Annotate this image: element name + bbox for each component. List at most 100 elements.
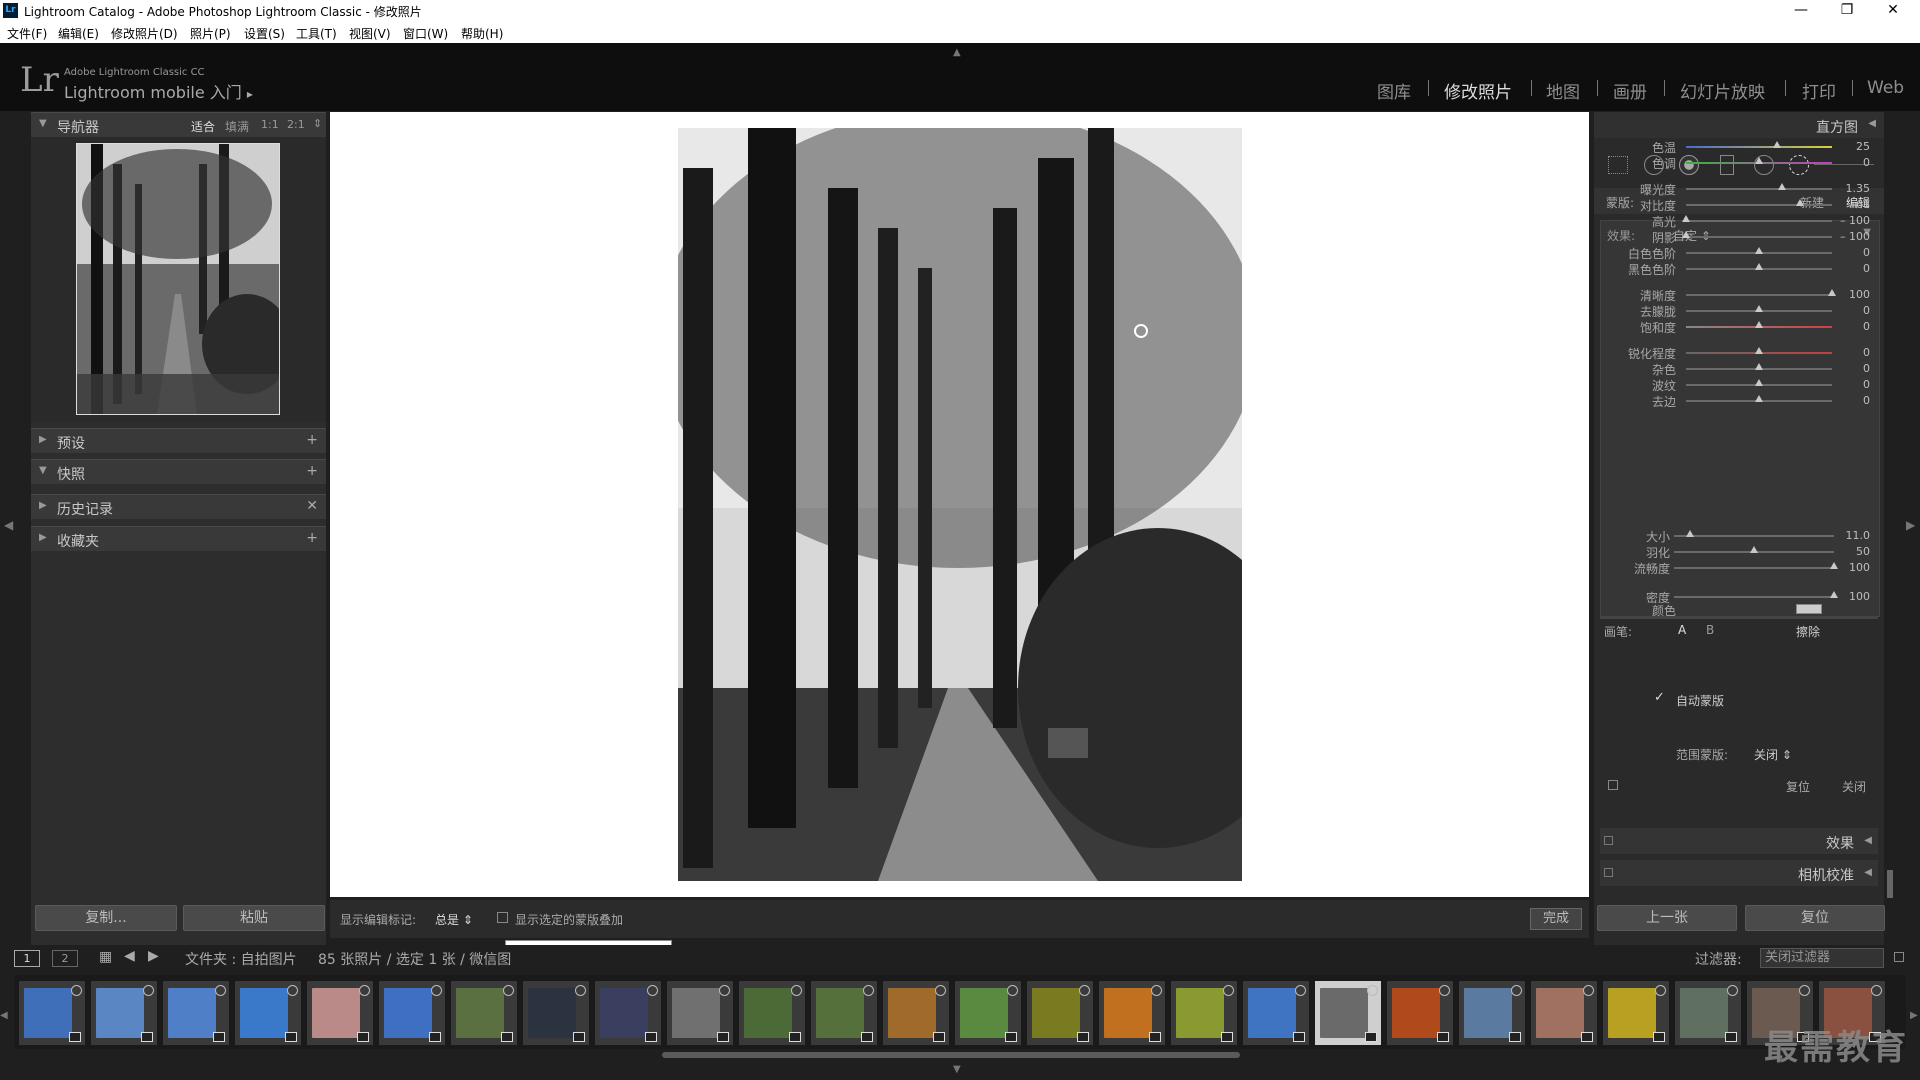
slider-value[interactable]: – 100 (1830, 230, 1870, 243)
slider-value[interactable]: 0 (1830, 378, 1870, 391)
color-swatch[interactable] (1796, 604, 1822, 614)
brush-slider-value[interactable]: 11.0 (1830, 529, 1871, 542)
collapse-filmstrip-icon[interactable]: ▼ (953, 1064, 961, 1075)
filmstrip-scrollbar[interactable] (662, 1052, 1240, 1058)
filmstrip-thumbnail[interactable] (18, 980, 86, 1046)
add-collection-icon[interactable]: + (306, 530, 318, 546)
slider-value[interactable]: – 100 (1830, 214, 1870, 227)
menu-photo[interactable]: 照片(P) (190, 25, 231, 42)
secondary-view-button[interactable]: 2 (52, 950, 78, 967)
filmstrip-thumbnail[interactable] (1026, 980, 1094, 1046)
paste-settings-button[interactable]: 粘贴 (183, 905, 325, 931)
close-mask-button[interactable]: 关闭 (1842, 778, 1866, 795)
done-button[interactable]: 完成 (1530, 908, 1582, 930)
history-header[interactable]: ▶ 历史记录 ✕ (31, 494, 326, 519)
brush-slider-value[interactable]: 50 (1830, 545, 1870, 558)
brush-slider-thumb[interactable] (1686, 530, 1694, 537)
filmstrip-thumbnail[interactable] (594, 980, 662, 1046)
right-panel-toggle-icon[interactable]: ▶ (1906, 518, 1915, 532)
filmstrip-thumbnail[interactable] (234, 980, 302, 1046)
filmstrip-thumbnail[interactable] (1386, 980, 1454, 1046)
navigator-header[interactable]: ▼ 导航器 适合 填满 1:1 2:1 ⇕ (31, 112, 326, 137)
slider-thumb[interactable] (1755, 157, 1763, 164)
slider-value[interactable]: 25 (1830, 140, 1870, 153)
filmstrip-scroll-left-icon[interactable]: ◀ (0, 1010, 8, 1021)
filter-lock-icon[interactable] (1894, 952, 1904, 962)
density-track[interactable] (1674, 596, 1834, 598)
filmstrip-thumbnail[interactable] (162, 980, 230, 1046)
filmstrip-thumbnail[interactable] (954, 980, 1022, 1046)
menu-edit[interactable]: 编辑(E) (58, 25, 99, 42)
menu-window[interactable]: 窗口(W) (403, 25, 448, 42)
filmstrip-thumbnail[interactable] (306, 980, 374, 1046)
filmstrip-thumbnail[interactable] (1602, 980, 1670, 1046)
primary-view-button[interactable]: 1 (14, 950, 40, 967)
snapshots-header[interactable]: ▼ 快照 + (31, 459, 326, 484)
filmstrip-thumbnail[interactable] (450, 980, 518, 1046)
slider-value[interactable]: 0 (1830, 394, 1870, 407)
slider-value[interactable]: 0 (1830, 156, 1870, 169)
slider-value[interactable]: 0 (1830, 320, 1870, 333)
main-photo[interactable] (678, 128, 1242, 881)
filmstrip-thumbnail[interactable] (1170, 980, 1238, 1046)
slider-thumb[interactable] (1772, 141, 1781, 148)
slider-track[interactable] (1686, 188, 1832, 190)
slider-track[interactable] (1686, 236, 1832, 238)
filmstrip-thumbnail[interactable] (666, 980, 734, 1046)
slider-thumb[interactable] (1755, 363, 1763, 370)
right-panel-scrollbar[interactable] (1887, 870, 1893, 898)
slider-thumb[interactable] (1755, 305, 1763, 312)
slider-thumb[interactable] (1755, 247, 1763, 254)
brush-slider-value[interactable]: 100 (1830, 561, 1870, 574)
slider-value[interactable]: 0 (1830, 246, 1870, 259)
slider-value[interactable]: 61 (1830, 198, 1870, 211)
brush-slider-thumb[interactable] (1750, 546, 1758, 553)
collapse-top-panel-icon[interactable]: ▲ (953, 47, 961, 58)
menu-develop[interactable]: 修改照片(D) (111, 25, 178, 42)
presets-header[interactable]: ▶ 预设 + (31, 428, 326, 453)
filmstrip-thumbnail[interactable] (1098, 980, 1166, 1046)
module-library[interactable]: 图库 (1377, 78, 1411, 103)
zoom-2-1[interactable]: 2:1 (287, 118, 305, 131)
back-arrow-icon[interactable]: ◀ (124, 948, 135, 964)
density-value[interactable]: 100 (1830, 590, 1870, 603)
slider-value[interactable]: 1.35 (1830, 182, 1871, 195)
brush-a[interactable]: A (1678, 623, 1686, 637)
effects-panel-header[interactable]: 效果 ◀ (1600, 828, 1878, 854)
slider-thumb[interactable] (1755, 379, 1763, 386)
panel-toggle-icon[interactable] (1604, 836, 1613, 845)
slider-value[interactable]: 0 (1830, 262, 1870, 275)
zoom-fill[interactable]: 填满 (225, 118, 249, 135)
slider-thumb[interactable] (1755, 347, 1763, 354)
brush-slider-track[interactable] (1674, 535, 1834, 537)
filmstrip-thumbnail[interactable] (1242, 980, 1310, 1046)
module-map[interactable]: 地图 (1546, 78, 1580, 103)
minimize-button[interactable]: — (1778, 0, 1824, 22)
menu-view[interactable]: 视图(V) (349, 25, 391, 42)
add-snapshot-icon[interactable]: + (306, 463, 318, 479)
slider-thumb[interactable] (1755, 263, 1763, 270)
panel-toggle-icon[interactable] (1604, 868, 1613, 877)
brush-erase[interactable]: 擦除 (1796, 623, 1820, 640)
slider-thumb[interactable] (1682, 215, 1690, 222)
range-mask-select[interactable]: 关闭 ⇕ (1754, 746, 1792, 763)
slider-track[interactable] (1686, 220, 1832, 222)
menu-file[interactable]: 文件(F) (7, 25, 47, 42)
module-develop[interactable]: 修改照片 (1444, 78, 1512, 103)
module-web[interactable]: Web (1867, 78, 1904, 98)
filmstrip-thumbnail[interactable] (882, 980, 950, 1046)
reset-button[interactable]: 复位 (1745, 905, 1885, 931)
zoom-fit[interactable]: 适合 (191, 118, 215, 135)
menu-settings[interactable]: 设置(S) (244, 25, 285, 42)
main-image-area[interactable] (330, 112, 1589, 897)
slider-value[interactable]: 100 (1830, 288, 1870, 301)
show-edit-marks-select[interactable]: 总是 ⇕ (435, 911, 473, 928)
slider-track[interactable] (1686, 146, 1832, 148)
slider-thumb[interactable] (1755, 395, 1763, 402)
menu-help[interactable]: 帮助(H) (461, 25, 503, 42)
filmstrip-thumbnail[interactable] (522, 980, 590, 1046)
add-preset-icon[interactable]: + (306, 432, 318, 448)
slider-value[interactable]: 0 (1830, 346, 1870, 359)
menu-tools[interactable]: 工具(T) (296, 25, 337, 42)
filter-select[interactable]: 关闭过滤器 (1760, 948, 1884, 968)
